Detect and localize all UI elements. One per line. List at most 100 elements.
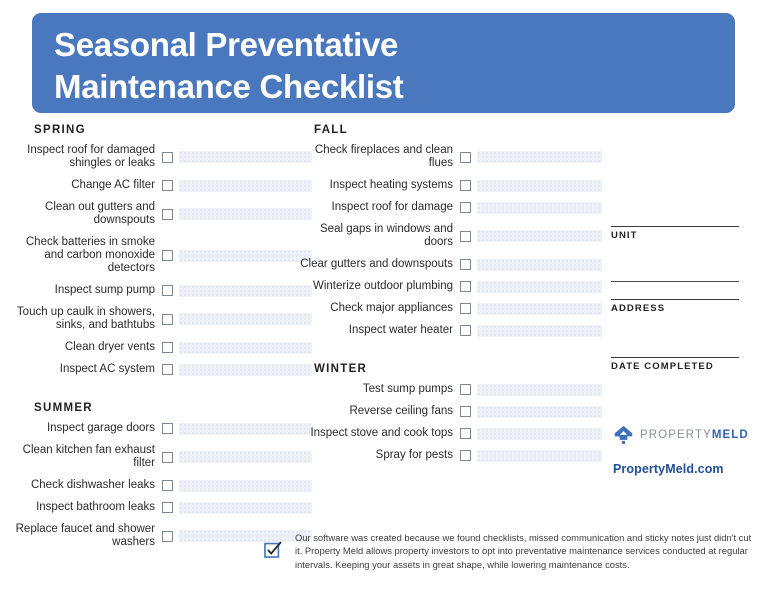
address-field-label: ADDRESS [611,303,666,314]
list-item[interactable]: Inspect sump pump [14,284,312,297]
checkbox[interactable] [460,325,471,336]
checkbox[interactable] [460,450,471,461]
write-in-line[interactable] [179,422,312,435]
checkbox[interactable] [162,530,173,542]
list-item[interactable]: Check batteries in smoke and carbon mono… [14,236,312,275]
list-item-label: Inspect roof for damage [331,201,453,213]
checkbox[interactable] [460,281,471,292]
list-item[interactable]: Spray for pests [300,449,602,462]
write-in-line[interactable] [179,479,312,492]
property-meld-house-icon [614,425,633,444]
list-item-label: Inspect sump pump [54,284,155,296]
list-item[interactable]: Inspect roof for damage [300,201,602,214]
checkbox[interactable] [460,230,471,242]
write-in-line[interactable] [179,151,312,163]
write-in-line[interactable] [477,427,602,440]
write-in-line[interactable] [477,179,602,192]
list-item-label: Seal gaps in windows and doors [320,223,453,248]
date-field-rule [611,357,739,358]
checkbox[interactable] [162,451,173,463]
list-item-label: Inspect stove and cook tops [310,427,453,439]
write-in-line[interactable] [477,449,602,462]
list-item[interactable]: Replace faucet and shower washers [14,523,312,549]
write-in-line[interactable] [477,201,602,214]
list-item-label: Inspect AC system [59,363,155,375]
write-in-line[interactable] [179,501,312,514]
website-url[interactable]: PropertyMeld.com [613,462,763,476]
fall-item-list: Check fireplaces and clean flues Inspect… [300,144,602,337]
list-item-label: Winterize outdoor plumbing [313,280,453,292]
checkbox[interactable] [162,364,173,375]
checkbox[interactable] [162,502,173,513]
field-spacer [611,241,739,281]
list-item[interactable]: Check fireplaces and clean flues [300,144,602,170]
checkbox[interactable] [162,313,173,325]
write-in-line[interactable] [179,451,312,463]
list-item[interactable]: Reverse ceiling fans [300,405,602,418]
checkbox[interactable] [162,342,173,353]
list-item[interactable]: Inspect roof for damaged shingles or lea… [14,144,312,170]
write-in-line[interactable] [477,258,602,271]
checkbox[interactable] [460,428,471,439]
list-item[interactable]: Inspect heating systems [300,179,602,192]
checkbox[interactable] [162,285,173,296]
write-in-line[interactable] [477,151,602,163]
write-in-line[interactable] [179,363,312,376]
checkbox[interactable] [460,384,471,395]
form-fields: UNIT ADDRESS DATE COMPLETED [611,226,739,372]
checkbox[interactable] [460,259,471,270]
list-item[interactable]: Seal gaps in windows and doors [300,223,602,249]
write-in-line[interactable] [179,313,312,325]
checkbox[interactable] [460,151,471,163]
footer-blurb: Our software was created because we foun… [263,531,753,571]
checkbox[interactable] [460,180,471,191]
checkbox[interactable] [162,151,173,163]
checkbox[interactable] [162,423,173,434]
write-in-line[interactable] [477,302,602,315]
logo-wordmark: PROPERTYMELD [640,429,749,441]
checkbox[interactable] [162,250,173,261]
write-in-line[interactable] [477,280,602,293]
list-item[interactable]: Inspect water heater [300,324,602,337]
write-in-line[interactable] [477,383,602,396]
checkbox[interactable] [162,480,173,491]
list-item[interactable]: Check dishwasher leaks [14,479,312,492]
checkbox[interactable] [162,180,173,191]
list-item[interactable]: Clean kitchen fan exhaust filter [14,444,312,470]
list-item[interactable]: Inspect garage doors [14,422,312,435]
write-in-line[interactable] [477,324,602,337]
write-in-line[interactable] [179,284,312,297]
checkbox[interactable] [460,202,471,213]
list-item[interactable]: Inspect bathroom leaks [14,501,312,514]
checkbox[interactable] [460,303,471,314]
list-item-label: Test sump pumps [362,383,453,395]
list-item[interactable]: Clear gutters and downspouts [300,258,602,271]
list-item[interactable]: Test sump pumps [300,383,602,396]
list-item[interactable]: Check major appliances [300,302,602,315]
section-title-summer: SUMMER [34,402,93,414]
list-item[interactable]: Clean out gutters and downspouts [14,201,312,227]
write-in-line[interactable] [179,341,312,354]
list-item-label: Change AC filter [71,179,155,191]
write-in-line[interactable] [477,230,602,242]
winter-item-list: Test sump pumps Reverse ceiling fans Ins… [300,383,602,462]
checkbox[interactable] [460,406,471,417]
logo-row: PROPERTYMELD [613,424,763,445]
address-field-rule [611,299,739,300]
section-title-winter: WINTER [314,363,368,375]
list-item[interactable]: Inspect stove and cook tops [300,427,602,440]
list-item[interactable]: Clean dryer vents [14,341,312,354]
write-in-line[interactable] [179,249,312,262]
write-in-line[interactable] [477,405,602,418]
write-in-line[interactable] [179,179,312,192]
list-item[interactable]: Touch up caulk in showers, sinks, and ba… [14,306,312,332]
list-item[interactable]: Winterize outdoor plumbing [300,280,602,293]
list-item[interactable]: Change AC filter [14,179,312,192]
checkbox[interactable] [162,208,173,220]
list-item-label: Reverse ceiling fans [349,405,453,417]
list-item[interactable]: Inspect AC system [14,363,312,376]
list-item-label: Inspect garage doors [46,422,155,434]
write-in-line[interactable] [179,208,312,220]
list-item-label: Check major appliances [330,302,453,314]
checked-checkbox-icon [264,541,282,558]
